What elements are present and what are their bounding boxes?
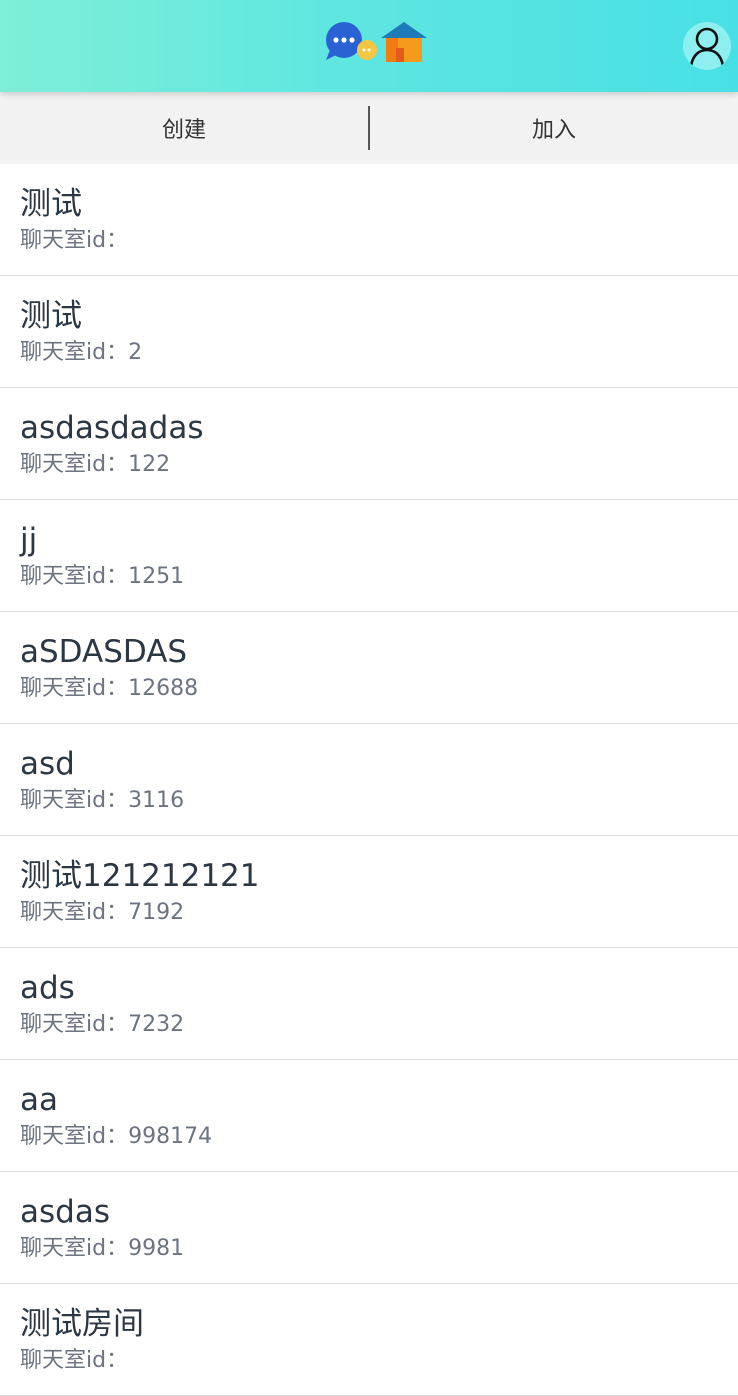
room-list-item[interactable]: 测试房间 聊天室id：: [0, 1284, 738, 1396]
room-id-prefix: 聊天室id：: [20, 788, 129, 813]
action-tab-bar: 创建 加入: [0, 92, 738, 164]
room-name: jj: [20, 522, 38, 558]
room-id-value: 9981: [128, 1236, 185, 1261]
room-list-item[interactable]: asdasdadas 聊天室id：122: [0, 388, 738, 500]
room-name: asd: [20, 746, 75, 782]
user-avatar-icon: [689, 27, 725, 67]
room-id-prefix: 聊天室id：: [20, 228, 129, 253]
room-id-value: 7232: [128, 1012, 185, 1037]
room-id-value: 2: [128, 340, 143, 365]
room-id-prefix: 聊天室id：: [20, 340, 129, 365]
room-id-prefix: 聊天室id：: [20, 564, 129, 589]
room-list-item[interactable]: ads 聊天室id：7232: [0, 948, 738, 1060]
room-name: 测试121212121: [20, 858, 260, 894]
room-id-line: 聊天室id：9981: [20, 1234, 184, 1264]
room-name: 测试: [20, 186, 82, 222]
room-name: 测试: [20, 298, 82, 334]
room-list-item[interactable]: 测试 聊天室id：2: [0, 276, 738, 388]
room-id-line: 聊天室id：122: [20, 450, 170, 480]
room-id-line: 聊天室id：2: [20, 338, 142, 368]
room-id-line: 聊天室id：: [20, 1346, 128, 1376]
app-header: [0, 0, 738, 92]
room-id-value: 122: [128, 452, 171, 477]
room-id-line: 聊天室id：3116: [20, 786, 184, 816]
room-name: aSDASDAS: [20, 634, 188, 670]
room-list: 测试 聊天室id： 测试 聊天室id：2 asdasdadas 聊天室id：12…: [0, 164, 738, 1396]
room-name: asdas: [20, 1194, 110, 1230]
tab-join[interactable]: 加入: [370, 92, 738, 164]
room-id-prefix: 聊天室id：: [20, 1348, 129, 1373]
room-list-item[interactable]: 测试 聊天室id：: [0, 164, 738, 276]
room-name: asdasdadas: [20, 410, 204, 446]
chat-home-logo-icon: [326, 22, 427, 62]
room-id-prefix: 聊天室id：: [20, 900, 129, 925]
room-id-line: 聊天室id：998174: [20, 1122, 212, 1152]
room-id-prefix: 聊天室id：: [20, 1012, 129, 1037]
room-id-prefix: 聊天室id：: [20, 452, 129, 477]
room-list-item[interactable]: asdas 聊天室id：9981: [0, 1172, 738, 1284]
room-list-item[interactable]: asd 聊天室id：3116: [0, 724, 738, 836]
room-id-value: 998174: [128, 1124, 213, 1149]
room-id-line: 聊天室id：7192: [20, 898, 184, 928]
room-id-prefix: 聊天室id：: [20, 1236, 129, 1261]
room-id-prefix: 聊天室id：: [20, 1124, 129, 1149]
room-name: aa: [20, 1082, 58, 1118]
room-id-prefix: 聊天室id：: [20, 676, 129, 701]
room-id-value: 1251: [128, 564, 185, 589]
room-name: ads: [20, 970, 75, 1006]
user-profile-button[interactable]: [683, 22, 731, 70]
room-id-line: 聊天室id：7232: [20, 1010, 184, 1040]
room-id-value: 7192: [128, 900, 185, 925]
room-list-item[interactable]: aSDASDAS 聊天室id：12688: [0, 612, 738, 724]
room-id-line: 聊天室id：12688: [20, 674, 198, 704]
tab-create[interactable]: 创建: [0, 92, 368, 164]
room-name: 测试房间: [20, 1306, 144, 1342]
room-id-value: 12688: [128, 676, 199, 701]
room-id-value: 3116: [128, 788, 185, 813]
room-list-item[interactable]: jj 聊天室id：1251: [0, 500, 738, 612]
room-list-item[interactable]: 测试121212121 聊天室id：7192: [0, 836, 738, 948]
room-list-item[interactable]: aa 聊天室id：998174: [0, 1060, 738, 1172]
room-id-line: 聊天室id：: [20, 226, 128, 256]
room-id-line: 聊天室id：1251: [20, 562, 184, 592]
